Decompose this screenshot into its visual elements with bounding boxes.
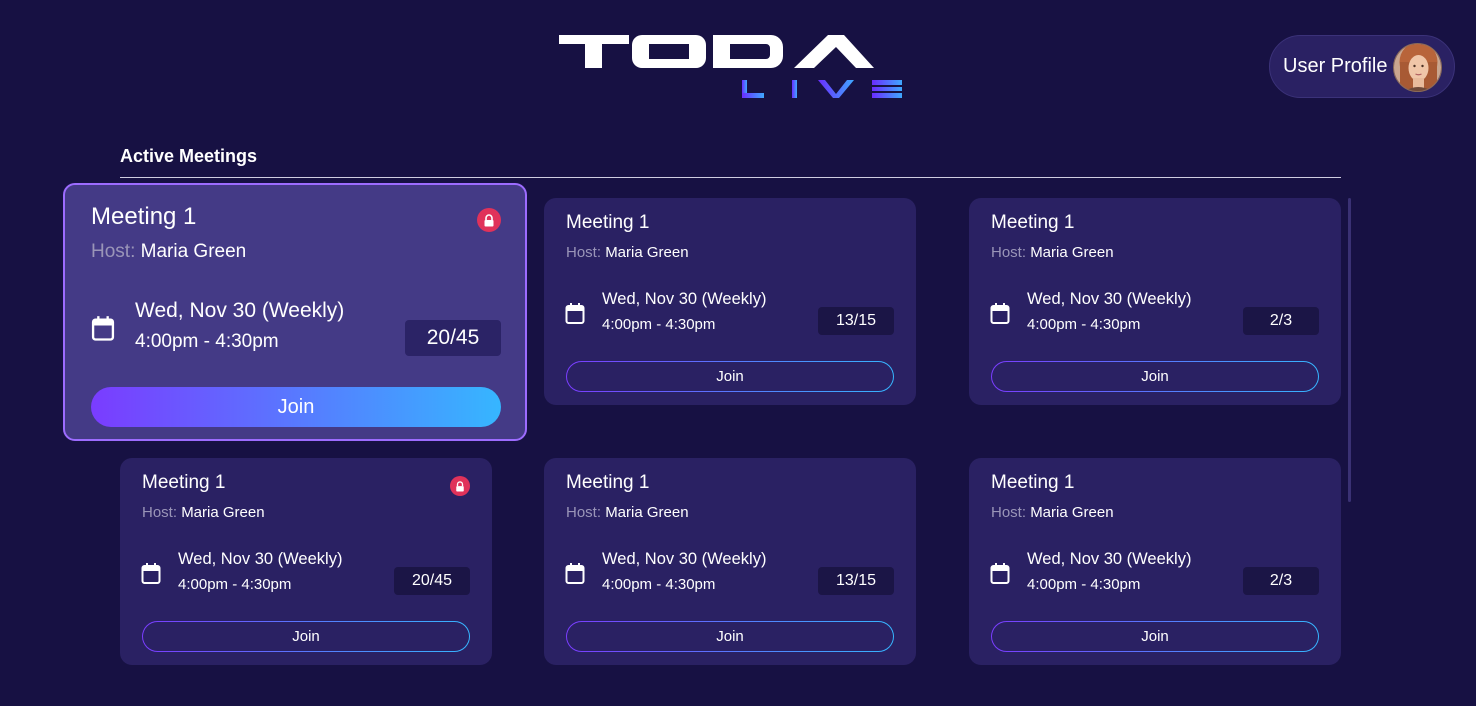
lock-icon bbox=[477, 208, 501, 232]
meeting-date: Wed, Nov 30 (Weekly) bbox=[602, 290, 767, 308]
scrollbar[interactable] bbox=[1348, 198, 1351, 502]
toda-live-logo bbox=[556, 32, 906, 102]
meeting-title: Meeting 1 bbox=[991, 212, 1075, 233]
meeting-title: Meeting 1 bbox=[142, 472, 226, 493]
join-button[interactable]: Join bbox=[566, 361, 894, 392]
calendar-icon bbox=[565, 302, 585, 326]
calendar-icon bbox=[990, 302, 1010, 326]
meeting-time: 4:00pm - 4:30pm bbox=[602, 576, 716, 593]
calendar-icon bbox=[91, 315, 115, 343]
meeting-date: Wed, Nov 30 (Weekly) bbox=[602, 550, 767, 568]
meeting-title: Meeting 1 bbox=[991, 472, 1075, 493]
meeting-card[interactable]: Meeting 1 Host: Maria Green Wed, Nov 30 … bbox=[120, 458, 492, 665]
participant-count: 13/15 bbox=[818, 307, 894, 335]
meeting-host: Host: Maria Green bbox=[991, 504, 1114, 521]
meeting-date: Wed, Nov 30 (Weekly) bbox=[1027, 290, 1192, 308]
meeting-time: 4:00pm - 4:30pm bbox=[1027, 576, 1141, 593]
meeting-host: Host: Maria Green bbox=[991, 244, 1114, 261]
join-button[interactable]: Join bbox=[91, 387, 501, 427]
participant-count: 2/3 bbox=[1243, 567, 1319, 595]
meeting-card[interactable]: Meeting 1 Host: Maria Green Wed, Nov 30 … bbox=[544, 198, 916, 405]
meeting-title: Meeting 1 bbox=[566, 472, 650, 493]
join-button[interactable]: Join bbox=[991, 361, 1319, 392]
meeting-time: 4:00pm - 4:30pm bbox=[135, 331, 279, 352]
profile-label: User Profile bbox=[1283, 55, 1388, 77]
avatar-image bbox=[1394, 44, 1441, 91]
join-button[interactable]: Join bbox=[991, 621, 1319, 652]
meeting-time: 4:00pm - 4:30pm bbox=[1027, 316, 1141, 333]
meeting-card[interactable]: Meeting 1 Host: Maria Green Wed, Nov 30 … bbox=[969, 458, 1341, 665]
section-divider bbox=[120, 177, 1341, 178]
meeting-title: Meeting 1 bbox=[566, 212, 650, 233]
calendar-icon bbox=[990, 562, 1010, 586]
section-title: Active Meetings bbox=[120, 146, 258, 166]
meeting-host: Host: Maria Green bbox=[566, 244, 689, 261]
join-button[interactable]: Join bbox=[566, 621, 894, 652]
lock-icon bbox=[450, 476, 470, 496]
meeting-date: Wed, Nov 30 (Weekly) bbox=[178, 550, 343, 568]
participant-count: 20/45 bbox=[405, 320, 501, 356]
meeting-date: Wed, Nov 30 (Weekly) bbox=[1027, 550, 1192, 568]
meeting-time: 4:00pm - 4:30pm bbox=[602, 316, 716, 333]
user-profile-button[interactable]: User Profile bbox=[1269, 35, 1455, 98]
participant-count: 20/45 bbox=[394, 567, 470, 595]
meeting-date: Wed, Nov 30 (Weekly) bbox=[135, 299, 345, 322]
meeting-host: Host: Maria Green bbox=[91, 241, 247, 262]
calendar-icon bbox=[141, 562, 161, 586]
meeting-card[interactable]: Meeting 1 Host: Maria Green Wed, Nov 30 … bbox=[544, 458, 916, 665]
meeting-time: 4:00pm - 4:30pm bbox=[178, 576, 292, 593]
logo-graphic bbox=[559, 35, 902, 98]
participant-count: 13/15 bbox=[818, 567, 894, 595]
meeting-host: Host: Maria Green bbox=[142, 504, 265, 521]
meeting-card[interactable]: Meeting 1 Host: Maria Green Wed, Nov 30 … bbox=[969, 198, 1341, 405]
participant-count: 2/3 bbox=[1243, 307, 1319, 335]
calendar-icon bbox=[565, 562, 585, 586]
meeting-card-featured[interactable]: Meeting 1 Host: Maria Green Wed, Nov 30 … bbox=[63, 183, 527, 441]
avatar[interactable] bbox=[1393, 43, 1442, 92]
meeting-title: Meeting 1 bbox=[91, 203, 197, 230]
join-button[interactable]: Join bbox=[142, 621, 470, 652]
meetings-page: User Profile Active Meetings Meeting 1 H… bbox=[0, 0, 1476, 706]
meeting-host: Host: Maria Green bbox=[566, 504, 689, 521]
